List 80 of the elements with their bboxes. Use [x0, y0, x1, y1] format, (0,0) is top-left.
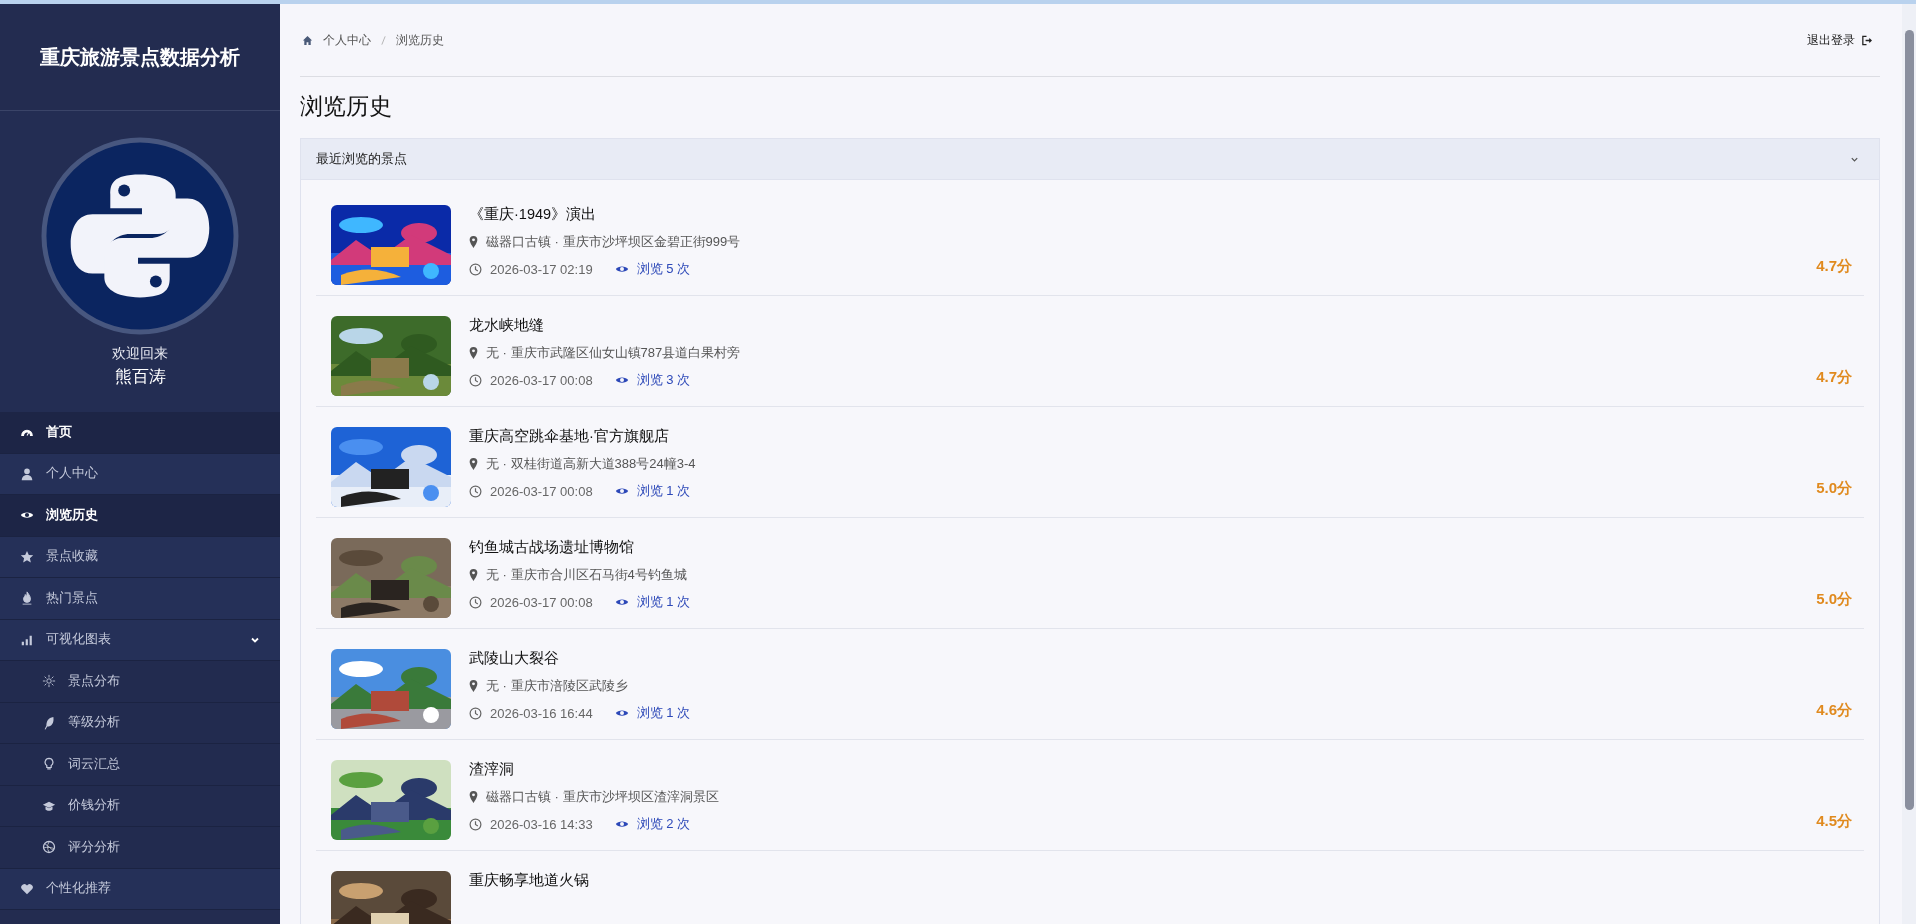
- place-location: 无 · 双桂街道高新大道388号24幢3-4: [486, 455, 696, 473]
- place-location: 磁器口古镇 · 重庆市沙坪坝区金碧正街999号: [486, 233, 741, 251]
- panel-header[interactable]: 最近浏览的景点: [301, 139, 1879, 180]
- welcome-text: 欢迎回来: [112, 345, 168, 363]
- place-name[interactable]: 武陵山大裂谷: [469, 649, 1799, 668]
- rating-score: 4.7分: [1816, 257, 1852, 276]
- rating-score: 5.0分: [1816, 479, 1852, 498]
- rating-score: 4.6分: [1816, 701, 1852, 720]
- clock-icon: [469, 262, 482, 276]
- breadcrumb-separator: [381, 34, 386, 46]
- history-item[interactable]: 武陵山大裂谷 无 · 重庆市涪陵区武陵乡 2026-03-16 16:44 浏览 1 次 4.6分: [316, 629, 1864, 740]
- history-item[interactable]: 钓鱼城古战场遗址博物馆 无 · 重庆市合川区石马街4号钓鱼城 2026-03-17 00:08 浏览 1 次 5.0分: [316, 518, 1864, 629]
- map-pin-icon: [469, 680, 478, 692]
- view-count: 浏览 5 次: [636, 260, 691, 278]
- visit-time: 2026-03-16 14:33: [490, 816, 593, 832]
- map-pin-icon: [469, 569, 478, 581]
- place-name[interactable]: 龙水峡地缝: [469, 316, 1799, 335]
- map-pin-icon: [469, 347, 478, 359]
- place-name[interactable]: 钓鱼城古战场遗址博物馆: [469, 538, 1799, 557]
- user-icon: [20, 466, 34, 481]
- view-count: 浏览 1 次: [636, 482, 691, 500]
- panel-title: 最近浏览的景点: [316, 150, 407, 168]
- clock-icon: [469, 484, 482, 498]
- bulb-icon: [42, 757, 56, 772]
- place-name[interactable]: 重庆高空跳伞基地·官方旗舰店: [469, 427, 1799, 446]
- clock-icon: [469, 817, 482, 831]
- page-title: 浏览历史: [300, 92, 393, 121]
- history-item[interactable]: 龙水峡地缝 无 · 重庆市武隆区仙女山镇787县道白果村旁 2026-03-17 00:08 浏览 3 次 4.7分: [316, 296, 1864, 407]
- map-pin-icon: [469, 236, 478, 248]
- history-item[interactable]: 渣滓洞 磁器口古镇 · 重庆市沙坪坝区渣滓洞景区 2026-03-16 14:33 浏览 2 次 4.5分: [316, 740, 1864, 851]
- history-item[interactable]: 重庆畅享地道火锅: [316, 851, 1864, 924]
- clock-icon: [469, 595, 482, 609]
- visit-time: 2026-03-16 16:44: [490, 705, 593, 721]
- clock-icon: [469, 706, 482, 720]
- nav-item[interactable]: 景点收藏: [0, 536, 280, 578]
- feather-icon: [42, 715, 56, 730]
- place-location: 无 · 重庆市合川区石马街4号钓鱼城: [486, 566, 687, 584]
- history-item[interactable]: 重庆高空跳伞基地·官方旗舰店 无 · 双桂街道高新大道388号24幢3-4 2026-03-17 00:08 浏览 1 次 5.0分: [316, 407, 1864, 518]
- place-location: 磁器口古镇 · 重庆市沙坪坝区渣滓洞景区: [486, 788, 719, 806]
- nav-item[interactable]: 个人中心: [0, 453, 280, 495]
- app-title: 重庆旅游景点数据分析: [40, 44, 240, 70]
- nav-item[interactable]: 热门景点: [0, 578, 280, 620]
- scrollbar[interactable]: [1902, 4, 1916, 924]
- nav-item[interactable]: 首页: [0, 412, 280, 454]
- place-location: 无 · 重庆市涪陵区武陵乡: [486, 677, 628, 695]
- place-name[interactable]: 重庆畅享地道火锅: [469, 871, 1852, 890]
- nav-item[interactable]: 可视化图表: [0, 619, 280, 661]
- view-count: 浏览 1 次: [636, 593, 691, 611]
- place-location: 无 · 重庆市武隆区仙女山镇787县道白果村旁: [486, 344, 741, 362]
- history-item[interactable]: 《重庆·1949》演出 磁器口古镇 · 重庆市沙坪坝区金碧正街999号 2026-03-17 02:19 浏览 5 次 4.7分: [316, 185, 1864, 296]
- place-name[interactable]: 渣滓洞: [469, 760, 1799, 779]
- visit-time: 2026-03-17 00:08: [490, 594, 593, 610]
- visit-time: 2026-03-17 00:08: [490, 483, 593, 499]
- view-count: 浏览 3 次: [636, 371, 691, 389]
- heart-icon: [20, 881, 34, 896]
- view-count: 浏览 1 次: [636, 704, 691, 722]
- breadcrumb-item[interactable]: 个人中心: [323, 31, 371, 49]
- rating-score: 4.5分: [1816, 812, 1852, 831]
- clock-icon: [469, 373, 482, 387]
- nav-item[interactable]: 浏览历史: [0, 495, 280, 537]
- visit-time: 2026-03-17 02:19: [490, 261, 593, 277]
- map-pin-icon: [469, 791, 478, 803]
- view-count: 浏览 2 次: [636, 815, 691, 833]
- rating-score: 4.7分: [1816, 368, 1852, 387]
- sun-icon: [42, 674, 56, 689]
- logout-button[interactable]: 退出登录: [1807, 31, 1872, 49]
- ball-icon: [42, 840, 56, 855]
- visit-time: 2026-03-17 00:08: [490, 372, 593, 388]
- username: 熊百涛: [114, 366, 166, 388]
- place-name[interactable]: 《重庆·1949》演出: [469, 205, 1799, 224]
- map-pin-icon: [469, 458, 478, 470]
- rating-score: 5.0分: [1816, 590, 1852, 609]
- avatar-icon: [41, 137, 239, 335]
- scrollbar-thumb[interactable]: [1904, 30, 1914, 810]
- star-icon: [20, 549, 34, 564]
- breadcrumb-item: 浏览历史: [396, 31, 444, 49]
- fire-icon: [20, 591, 34, 606]
- home-icon[interactable]: [302, 34, 313, 46]
- logout-icon: [1861, 34, 1872, 46]
- nav-item[interactable]: 个性化推荐: [0, 868, 280, 910]
